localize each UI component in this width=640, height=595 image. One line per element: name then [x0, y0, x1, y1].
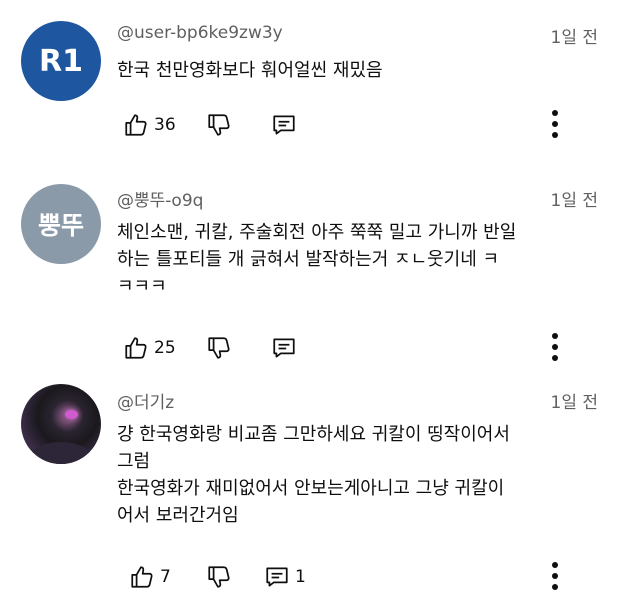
reply-icon — [271, 112, 297, 138]
comment-actions: 36 — [117, 110, 617, 139]
like-count: 7 — [160, 567, 171, 587]
comment-author-handle[interactable]: @user-bp6ke9zw3y — [117, 23, 283, 43]
dislike-button[interactable] — [206, 111, 232, 139]
comment-text: 한국 천만영화보다 훠어얼씬 재밌음 — [117, 60, 383, 81]
comment-text: 체인소맨, 귀칼, 주술회전 아주 쭉쭉 밀고 가니까 반일 하는 틀포티들 개… — [117, 222, 517, 297]
comment-text: 걍 한국영화랑 비교좀 그만하세요 귀칼이 띵작이어서 그럼 한국영화가 재미없… — [117, 424, 510, 526]
like-button[interactable]: 7 — [129, 563, 171, 591]
thumbs-down-icon — [206, 564, 232, 590]
reply-button[interactable] — [271, 334, 302, 362]
avatar[interactable]: R1 — [21, 21, 101, 101]
thumbs-up-icon — [123, 112, 149, 138]
reply-count: 1 — [295, 567, 306, 587]
comment-timestamp: 1일 전 — [550, 393, 599, 413]
reply-button[interactable]: 1 — [264, 563, 306, 591]
avatar-initials: R1 — [39, 43, 83, 79]
reply-button[interactable] — [271, 111, 302, 139]
more-options-button[interactable] — [550, 332, 560, 366]
thumbs-up-icon — [123, 335, 149, 361]
thumbs-down-icon — [206, 112, 232, 138]
like-button[interactable]: 25 — [123, 334, 176, 362]
like-count: 36 — [154, 115, 176, 135]
reply-icon — [271, 335, 297, 361]
thumbs-up-icon — [129, 564, 155, 590]
avatar[interactable] — [21, 384, 101, 464]
thumbs-down-icon — [206, 335, 232, 361]
more-options-button[interactable] — [550, 109, 560, 143]
comment-actions: 7 1 — [117, 562, 617, 591]
comment-timestamp: 1일 전 — [550, 191, 599, 211]
comment-timestamp: 1일 전 — [550, 28, 599, 48]
comment-author-handle[interactable]: @뿡뚜-o9q — [117, 186, 203, 211]
more-vertical-icon — [550, 562, 560, 595]
like-count: 25 — [154, 338, 176, 358]
like-button[interactable]: 36 — [123, 111, 176, 139]
dislike-button[interactable] — [206, 563, 232, 591]
avatar-initials: 뿡뚜 — [37, 211, 84, 240]
avatar[interactable]: 뿡뚜 — [21, 184, 101, 264]
dislike-button[interactable] — [206, 334, 232, 362]
comment-author-handle[interactable]: @더기z — [117, 388, 174, 413]
reply-icon — [264, 564, 290, 590]
comment-actions: 25 — [117, 333, 617, 362]
more-vertical-icon — [550, 110, 560, 143]
more-vertical-icon — [550, 333, 560, 366]
more-options-button[interactable] — [550, 561, 560, 595]
